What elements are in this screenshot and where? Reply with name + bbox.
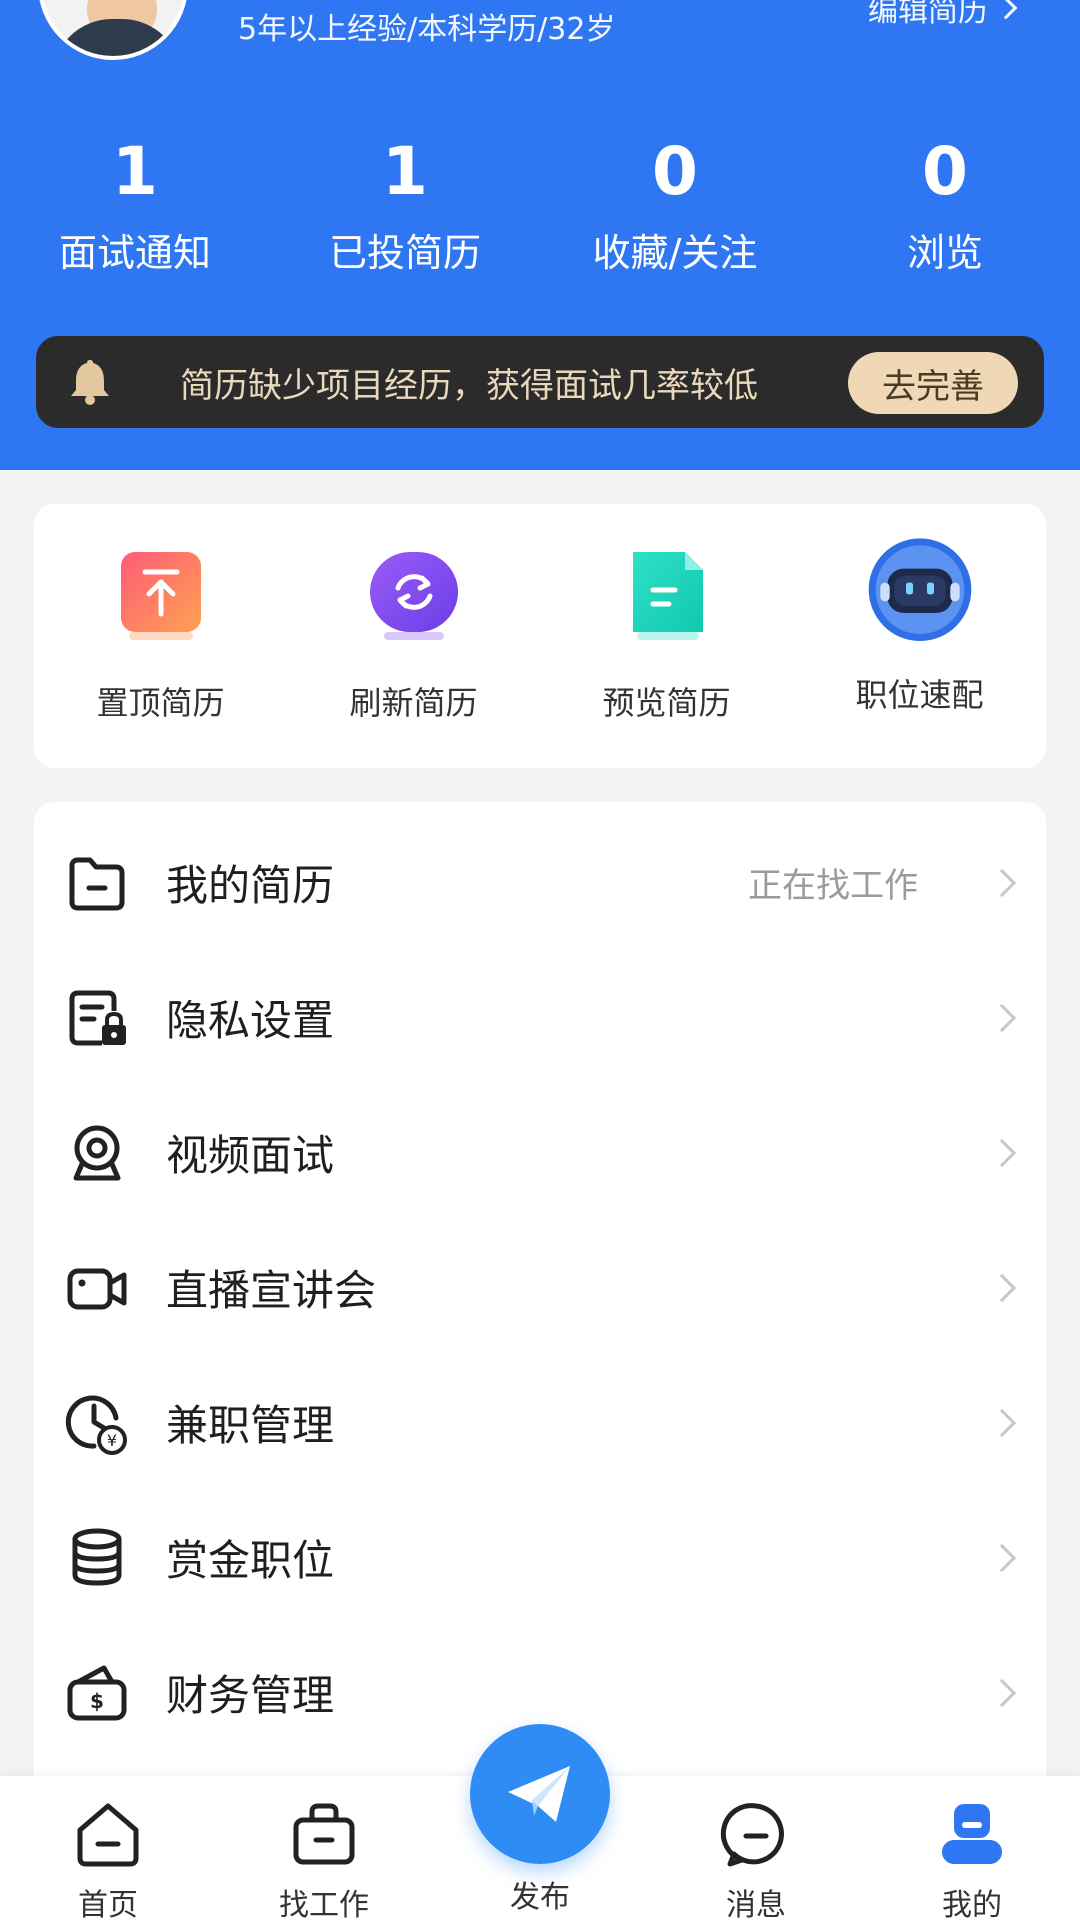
stat-label: 浏览: [906, 231, 983, 275]
menu-label: 财务管理: [166, 1671, 335, 1720]
nav-home[interactable]: 首页: [38, 1798, 178, 1920]
briefcase-icon: [293, 1803, 355, 1865]
bell-icon: [71, 360, 109, 405]
job-status-text: 正在找工作: [748, 866, 918, 906]
nav-label: 找工作: [279, 1888, 369, 1920]
profile-icon: [942, 1804, 1002, 1864]
stat-value: 1: [382, 133, 428, 210]
stat-views[interactable]: 0 浏览: [810, 130, 1080, 277]
stat-favorites[interactable]: 0 收藏/关注: [540, 130, 810, 277]
menu-item-live-talk[interactable]: 直播宣讲会: [34, 1220, 1046, 1355]
menu-item-part-time[interactable]: ¥ 兼职管理: [34, 1355, 1046, 1490]
notice-text: 简历缺少项目经历，获得面试几率较低: [180, 365, 758, 406]
profile-header: 5年以上经验/本科学历/32岁 编辑简历 1 面试通知 1 已投简历 0 收藏/…: [0, 0, 1080, 470]
chevron-right-icon: [987, 1543, 1017, 1572]
stat-label: 收藏/关注: [592, 231, 758, 275]
tool-pin-resume[interactable]: 置顶简历: [34, 504, 287, 768]
chevron-right-icon: [994, 0, 1018, 20]
nav-find-job[interactable]: 找工作: [254, 1798, 394, 1920]
tool-label: 置顶简历: [96, 684, 225, 722]
paper-plane-icon: [508, 1766, 570, 1822]
publish-label: 发布: [510, 1880, 570, 1915]
stat-value: 0: [652, 133, 698, 210]
avatar-shirt: [52, 19, 182, 56]
refresh-icon: [369, 552, 458, 640]
stat-applied-resumes[interactable]: 1 已投简历: [270, 130, 540, 277]
folder-icon: [69, 857, 125, 910]
nav-label: 首页: [78, 1888, 138, 1920]
chevron-right-icon: [987, 868, 1017, 897]
user-meta: 5年以上经验/本科学历/32岁: [238, 12, 616, 47]
menu-item-my-resume[interactable]: 我的简历 正在找工作: [34, 815, 1046, 950]
nav-mine[interactable]: 我的: [902, 1798, 1042, 1920]
chevron-right-icon: [987, 1273, 1017, 1302]
webcam-icon: [73, 1125, 121, 1180]
menu-item-privacy-settings[interactable]: 隐私设置: [34, 950, 1046, 1085]
tool-label: 刷新简历: [349, 684, 478, 722]
nav-label: 消息: [726, 1888, 786, 1920]
home-icon: [77, 1803, 139, 1867]
tool-label: 职位速配: [855, 676, 984, 714]
nav-label: 我的: [942, 1888, 1002, 1920]
tool-refresh-resume[interactable]: 刷新简历: [287, 504, 540, 768]
menu-label: 隐私设置: [166, 996, 335, 1045]
stat-label: 面试通知: [58, 231, 211, 275]
edit-resume-label: 编辑简历: [868, 0, 988, 29]
coin-stack-icon: [72, 1528, 122, 1586]
chevron-right-icon: [987, 1003, 1017, 1032]
robot-icon: [868, 538, 971, 641]
stat-value: 0: [922, 133, 968, 210]
stat-interview-notice[interactable]: 1 面试通知: [0, 130, 270, 277]
menu-label: 赏金职位: [166, 1536, 335, 1585]
chat-icon: [720, 1803, 784, 1867]
menu-item-video-interview[interactable]: 视频面试: [34, 1085, 1046, 1220]
tool-label: 预览简历: [602, 684, 731, 722]
tool-job-match[interactable]: 职位速配: [793, 504, 1046, 768]
publish-button[interactable]: [470, 1724, 610, 1864]
menu-label: 直播宣讲会: [166, 1266, 377, 1315]
menu-item-bounty-jobs[interactable]: 赏金职位: [34, 1490, 1046, 1625]
pin-top-icon: [120, 552, 201, 640]
nav-messages[interactable]: 消息: [686, 1798, 826, 1920]
stat-value: 1: [112, 133, 158, 210]
menu-label: 兼职管理: [166, 1401, 335, 1450]
chevron-right-icon: [987, 1678, 1017, 1707]
document-preview-icon: [632, 552, 703, 640]
menu-label: 视频面试: [166, 1131, 335, 1180]
privacy-lock-icon: [69, 990, 126, 1045]
resume-notice-banner: 简历缺少项目经历，获得面试几率较低 去完善: [36, 336, 1044, 428]
chevron-right-icon: [987, 1408, 1017, 1437]
edit-resume-link[interactable]: 编辑简历: [868, 0, 1018, 30]
tool-preview-resume[interactable]: 预览简历: [540, 504, 793, 768]
complete-resume-button[interactable]: 去完善: [848, 352, 1018, 414]
clock-yen-icon: ¥: [65, 1395, 127, 1455]
menu-label: 我的简历: [166, 861, 335, 910]
quick-tools-card: 置顶简历 刷新简历 预览简历 职位速配: [34, 504, 1046, 768]
svg-text:¥: ¥: [107, 1431, 117, 1450]
svg-text:$: $: [90, 1689, 104, 1713]
video-camera-icon: [67, 1268, 127, 1309]
avatar[interactable]: [38, 0, 188, 60]
chevron-right-icon: [987, 1138, 1017, 1167]
stat-label: 已投简历: [328, 231, 481, 275]
stats-row: 1 面试通知 1 已投简历 0 收藏/关注 0 浏览: [0, 130, 1080, 277]
wallet-icon: $: [67, 1665, 127, 1720]
